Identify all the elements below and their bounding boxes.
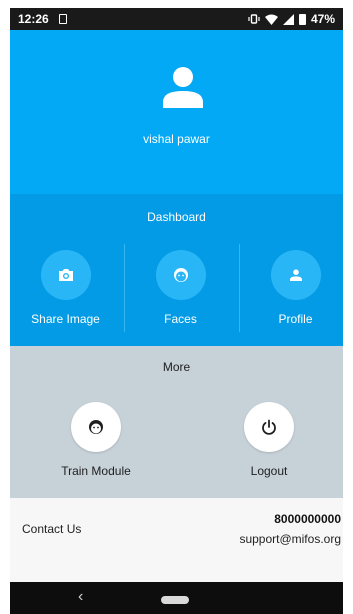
share-image-button[interactable]: Share Image xyxy=(10,242,121,342)
user-name: vishal pawar xyxy=(143,132,210,146)
battery-percent: 47% xyxy=(310,12,335,26)
status-time: 12:26 xyxy=(18,12,49,26)
signal-icon xyxy=(282,13,294,25)
profile-label: Profile xyxy=(278,312,313,326)
person-icon xyxy=(290,269,302,281)
faces-button[interactable]: Faces xyxy=(125,242,236,342)
more-section: More Train Module Logout xyxy=(10,346,343,498)
person-icon xyxy=(163,67,203,108)
sim-card-icon xyxy=(58,14,67,24)
system-nav-bar: ‹ xyxy=(10,582,343,614)
status-bar: 12:26 47% xyxy=(10,8,343,30)
logout-label: Logout xyxy=(250,464,288,478)
profile-header: vishal pawar xyxy=(10,30,343,194)
status-indicators: 47% xyxy=(248,12,335,26)
train-module-circle xyxy=(71,402,121,452)
contact-section: Contact Us 8000000000 support@mifos.org xyxy=(10,498,343,582)
app-frame: 12:26 47% vishal pawar Dashboard Share I… xyxy=(10,8,343,614)
wifi-icon xyxy=(264,14,278,25)
profile-circle xyxy=(271,250,321,300)
camera-icon xyxy=(59,269,73,281)
more-title: More xyxy=(162,360,191,374)
share-image-label: Share Image xyxy=(31,312,100,326)
faces-label: Faces xyxy=(164,312,197,326)
profile-button[interactable]: Profile xyxy=(240,242,343,342)
train-module-button[interactable]: Train Module xyxy=(36,398,156,494)
contact-email[interactable]: support@mifos.org xyxy=(239,532,341,546)
logout-circle xyxy=(244,402,294,452)
contact-us-label: Contact Us xyxy=(22,522,82,536)
back-icon[interactable]: ‹ xyxy=(78,588,83,606)
vibrate-icon xyxy=(248,14,260,24)
dashboard-section: Dashboard Share Image Faces Profile xyxy=(10,194,343,346)
share-image-circle xyxy=(41,250,91,300)
logout-button[interactable]: Logout xyxy=(209,398,329,494)
power-icon xyxy=(262,419,276,435)
home-pill-icon[interactable] xyxy=(161,596,189,604)
battery-icon xyxy=(298,13,306,25)
screen: 12:26 47% vishal pawar Dashboard Share I… xyxy=(0,0,353,614)
train-module-label: Train Module xyxy=(61,464,131,478)
face-icon xyxy=(174,268,188,282)
faces-circle xyxy=(156,250,206,300)
dashboard-title: Dashboard xyxy=(147,210,206,224)
face-icon xyxy=(89,420,103,434)
contact-phone[interactable]: 8000000000 xyxy=(274,512,341,526)
